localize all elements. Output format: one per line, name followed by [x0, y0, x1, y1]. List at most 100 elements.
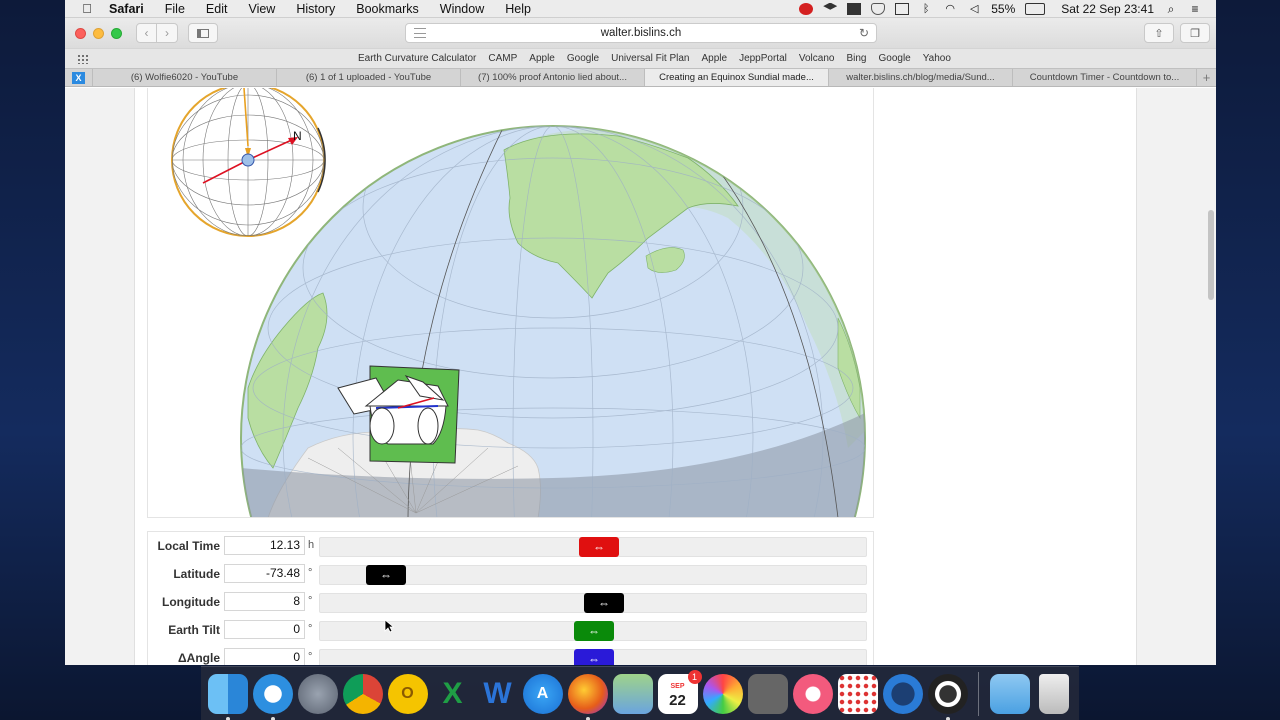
close-window-button[interactable]	[75, 27, 86, 39]
browser-tab[interactable]: Creating an Equinox Sundial made...	[645, 69, 829, 86]
menubar-clock[interactable]: Sat 22 Sep 23:41	[1061, 2, 1154, 16]
launchpad-icon[interactable]	[297, 673, 338, 714]
control-label: Longitude	[162, 595, 220, 609]
calendar-icon[interactable]: SEP 22 1	[657, 669, 702, 714]
maps-icon[interactable]	[612, 673, 653, 714]
record-icon[interactable]	[799, 2, 814, 15]
tab-overview-button[interactable]: ❐	[1180, 23, 1210, 43]
favorite-link[interactable]: Apple	[701, 53, 727, 64]
menu-window[interactable]: Window	[440, 2, 484, 16]
control-value-input[interactable]: 0	[224, 620, 305, 639]
photos-icon[interactable]	[702, 673, 743, 714]
new-tab-button[interactable]: +	[1197, 69, 1216, 86]
control-row: Longitude 8 ° ⇔	[148, 588, 873, 616]
favorites-list: Earth Curvature Calculator CAMP Apple Googl…	[358, 53, 951, 64]
favorite-link[interactable]: JeppPortal	[739, 53, 787, 64]
quicktime-icon[interactable]	[882, 673, 923, 714]
browser-tab[interactable]: walter.bislins.ch/blog/media/Sund...	[829, 69, 1013, 86]
menu-edit[interactable]: Edit	[206, 2, 228, 16]
favorite-link[interactable]: Google	[878, 53, 910, 64]
slider-handle[interactable]: ⇔	[584, 593, 624, 613]
favorite-link[interactable]: Bing	[846, 53, 866, 64]
safari-icon[interactable]	[252, 673, 293, 720]
tab-title: Countdown Timer - Countdown to...	[1029, 72, 1180, 83]
calculator-icon[interactable]	[747, 673, 788, 714]
notification-center-icon[interactable]: ≡	[1188, 3, 1202, 15]
battery-icon[interactable]	[1025, 2, 1046, 15]
slider-handle[interactable]: ⇔	[366, 565, 406, 585]
control-slider-track[interactable]: ⇔	[319, 649, 867, 665]
finder-icon[interactable]	[207, 673, 248, 720]
favorite-link[interactable]: Earth Curvature Calculator	[358, 53, 476, 64]
browser-tab[interactable]: (6) Wolfie6020 - YouTube	[93, 69, 277, 86]
minimize-window-button[interactable]	[93, 27, 104, 39]
control-row: Local Time 12.13 h ⇔	[148, 532, 873, 560]
forward-button[interactable]: ›	[157, 23, 178, 43]
menu-view[interactable]: View	[248, 2, 275, 16]
word-icon[interactable]: W	[478, 674, 518, 714]
control-slider-track[interactable]: ⇔	[319, 621, 867, 641]
control-slider-track[interactable]: ⇔	[319, 593, 867, 613]
favorite-link[interactable]: Google	[567, 53, 599, 64]
spotlight-search-icon[interactable]: ⌕	[1164, 3, 1178, 15]
menu-history[interactable]: History	[296, 2, 335, 16]
back-button[interactable]: ‹	[136, 23, 157, 43]
control-value-input[interactable]: -73.48	[224, 564, 305, 583]
browser-tab[interactable]: (7) 100% proof Antonio lied about...	[461, 69, 645, 86]
browser-tab[interactable]: (6) 1 of 1 uploaded - YouTube	[277, 69, 461, 86]
menu-help[interactable]: Help	[505, 2, 531, 16]
display-icon[interactable]	[847, 2, 862, 15]
menu-file[interactable]: File	[165, 2, 185, 16]
favorite-link[interactable]: Universal Fit Plan	[611, 53, 689, 64]
outlook-like-icon[interactable]: O	[387, 673, 428, 714]
apple-menu-icon[interactable]: 	[79, 1, 95, 16]
app-store-icon[interactable]: A	[522, 673, 563, 714]
favorite-link[interactable]: Apple	[529, 53, 555, 64]
menu-bookmarks[interactable]: Bookmarks	[356, 2, 419, 16]
slider-handle[interactable]: ⇔	[574, 649, 614, 665]
page-content: N Local Time 12.13 h ⇔ Latitude -73.48 ° ⇔ Longi…	[65, 88, 1216, 665]
favorite-link[interactable]: Volcano	[799, 53, 835, 64]
slider-handle[interactable]: ⇔	[579, 537, 619, 557]
share-button[interactable]: ⇧	[1144, 23, 1174, 43]
chrome-icon[interactable]	[342, 673, 383, 714]
globe-visualization[interactable]: N	[147, 88, 874, 518]
wifi-icon[interactable]: ◠	[943, 3, 957, 15]
trash-icon[interactable]	[1039, 673, 1069, 714]
shield-icon[interactable]	[871, 2, 886, 15]
menu-app-safari[interactable]: Safari	[109, 2, 144, 16]
slider-handle[interactable]: ⇔	[574, 621, 614, 641]
control-value-input[interactable]: 0	[224, 648, 305, 665]
firefox-icon[interactable]	[567, 673, 608, 720]
page-left-margin	[65, 88, 135, 665]
zoom-window-button[interactable]	[111, 27, 122, 39]
reload-icon[interactable]: ↻	[859, 26, 869, 40]
vertical-scrollbar[interactable]	[1208, 210, 1214, 300]
top-sites-grid-icon[interactable]	[77, 54, 89, 64]
control-value-input[interactable]: 12.13	[224, 536, 305, 555]
tab-title: Creating an Equinox Sundial made...	[659, 72, 814, 83]
page-right-margin	[1136, 88, 1216, 665]
control-slider-track[interactable]: ⇔	[319, 537, 867, 557]
globe-canvas[interactable]: N	[148, 88, 874, 518]
favorite-link[interactable]: CAMP	[488, 53, 517, 64]
bluetooth-icon[interactable]: ᛒ	[919, 3, 933, 15]
reader-view-icon[interactable]	[414, 28, 426, 38]
sidebar-toggle-button[interactable]	[188, 23, 218, 43]
obs-icon[interactable]	[927, 673, 968, 720]
airplay-icon[interactable]	[895, 2, 910, 15]
excel-icon[interactable]: X	[433, 674, 473, 714]
favorite-link[interactable]: Yahoo	[923, 53, 951, 64]
control-slider-track[interactable]: ⇔	[319, 565, 867, 585]
control-value-input[interactable]: 8	[224, 592, 305, 611]
volume-icon[interactable]: ◁	[967, 3, 981, 15]
itunes-icon[interactable]	[792, 673, 833, 714]
dropbox-icon[interactable]	[823, 2, 838, 10]
control-unit: °	[308, 567, 313, 579]
address-bar[interactable]: walter.bislins.ch ↻	[405, 23, 877, 43]
office-apps-icon[interactable]	[837, 673, 878, 714]
pinned-tab[interactable]: X	[65, 69, 93, 86]
downloads-folder-icon[interactable]	[989, 673, 1030, 714]
browser-tab[interactable]: Countdown Timer - Countdown to...	[1013, 69, 1197, 86]
tab-bar: X (6) Wolfie6020 - YouTube (6) 1 of 1 upl…	[65, 68, 1216, 87]
